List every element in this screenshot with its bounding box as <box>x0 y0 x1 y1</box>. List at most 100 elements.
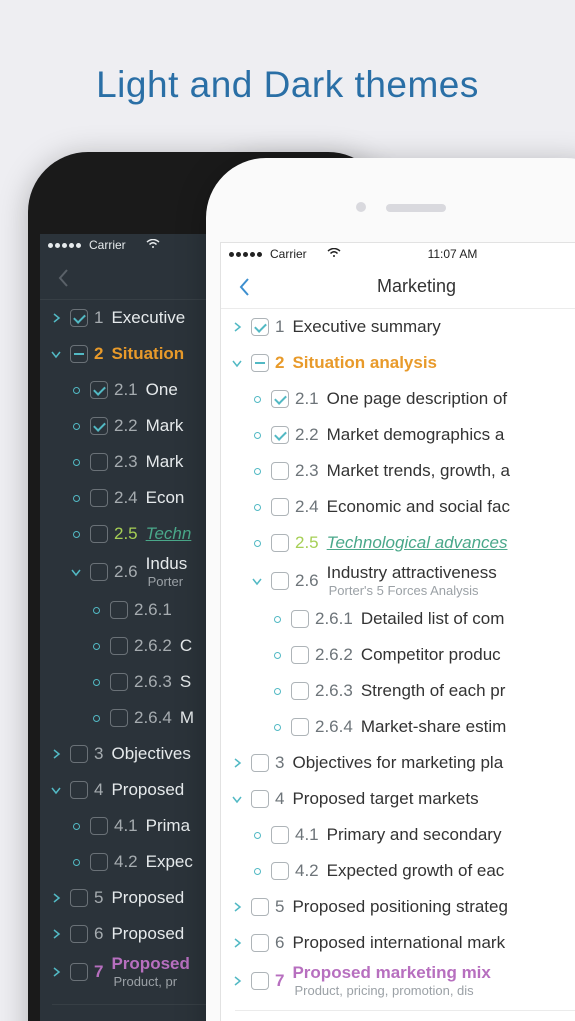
chevron-down-icon[interactable] <box>46 780 66 800</box>
checkbox[interactable] <box>271 572 289 590</box>
checkbox[interactable] <box>291 718 309 736</box>
checkbox[interactable] <box>70 345 88 363</box>
outline-text: Techn <box>146 524 192 544</box>
outline-row[interactable]: 2.6.4Market-share estim <box>221 709 575 745</box>
outline-row[interactable]: 4Proposed target markets <box>221 781 575 817</box>
bullet-icon <box>247 868 267 875</box>
checkbox[interactable] <box>251 318 269 336</box>
outline-row[interactable]: 2.1One page description of <box>221 381 575 417</box>
chevron-right-icon[interactable] <box>46 924 66 944</box>
chevron-right-icon[interactable] <box>46 962 66 982</box>
checkbox[interactable] <box>70 963 88 981</box>
note-button[interactable] <box>449 1013 493 1021</box>
outline-list[interactable]: 1Executive summary2Situation analysis2.1… <box>221 309 575 1001</box>
checkbox[interactable] <box>251 790 269 808</box>
outline-row[interactable]: 5Proposed positioning strateg <box>221 889 575 925</box>
outline-row[interactable]: 3Objectives for marketing pla <box>221 745 575 781</box>
chevron-right-icon[interactable] <box>46 308 66 328</box>
checkbox[interactable] <box>110 601 128 619</box>
outline-text: Econ <box>146 488 185 508</box>
bullet-icon <box>247 504 267 511</box>
checkbox[interactable] <box>70 925 88 943</box>
outline-row[interactable]: 2.6.2Competitor produc <box>221 637 575 673</box>
checkbox[interactable] <box>90 489 108 507</box>
indent-button[interactable] <box>354 1013 398 1021</box>
checkbox[interactable] <box>110 709 128 727</box>
outline-text: Industry attractiveness <box>327 563 497 583</box>
checkbox[interactable] <box>291 610 309 628</box>
back-button[interactable] <box>227 269 263 305</box>
checkbox[interactable] <box>251 898 269 916</box>
checkbox[interactable] <box>90 853 108 871</box>
checkbox[interactable] <box>110 637 128 655</box>
outline-text: Detailed list of com <box>361 609 505 629</box>
outline-row[interactable]: 2.2Market demographics a <box>221 417 575 453</box>
outline-row[interactable]: 1Executive summary <box>221 309 575 345</box>
outline-row[interactable]: 2.6.3Strength of each pr <box>221 673 575 709</box>
chevron-right-icon[interactable] <box>227 933 247 953</box>
bullet-icon <box>267 616 287 623</box>
trash-button[interactable] <box>543 1013 575 1021</box>
checkbox[interactable] <box>271 862 289 880</box>
outline-text: Market-share estim <box>361 717 506 737</box>
outline-row[interactable]: 2.4Economic and social fac <box>221 489 575 525</box>
checkbox[interactable] <box>70 309 88 327</box>
bullet-icon <box>66 859 86 866</box>
outline-row[interactable]: 2.5Technological advances <box>221 525 575 561</box>
outline-text: Proposed <box>111 780 184 800</box>
chevron-right-icon[interactable] <box>227 317 247 337</box>
bullet-icon <box>66 531 86 538</box>
checkbox[interactable] <box>271 390 289 408</box>
checkbox[interactable] <box>271 426 289 444</box>
checkbox[interactable] <box>251 934 269 952</box>
checkbox[interactable] <box>251 972 269 990</box>
checkbox[interactable] <box>90 381 108 399</box>
chevron-right-icon[interactable] <box>46 888 66 908</box>
chevron-down-icon[interactable] <box>66 562 86 582</box>
back-button[interactable] <box>46 260 82 296</box>
chevron-down-icon[interactable] <box>46 344 66 364</box>
outline-row[interactable]: 4.1Primary and secondary <box>221 817 575 853</box>
checkbox[interactable] <box>251 754 269 772</box>
outline-row[interactable]: 2Situation analysis <box>221 345 575 381</box>
outline-number: 4.1 <box>114 816 138 836</box>
chevron-right-icon[interactable] <box>227 897 247 917</box>
outline-row[interactable]: 6Proposed international mark <box>221 925 575 961</box>
chevron-down-icon[interactable] <box>247 571 267 591</box>
checkbox[interactable] <box>110 673 128 691</box>
bullet-icon <box>66 495 86 502</box>
checkbox[interactable] <box>271 498 289 516</box>
outline-row[interactable]: 2.3Market trends, growth, a <box>221 453 575 489</box>
checkbox[interactable] <box>90 453 108 471</box>
checkbox[interactable] <box>291 682 309 700</box>
chevron-right-icon[interactable] <box>227 971 247 991</box>
chevron-down-icon[interactable] <box>227 789 247 809</box>
checkbox[interactable] <box>70 745 88 763</box>
checkbox[interactable] <box>90 563 108 581</box>
outline-text: Objectives <box>111 744 190 764</box>
chevron-down-icon[interactable] <box>227 353 247 373</box>
checkbox[interactable] <box>271 534 289 552</box>
checkbox[interactable] <box>90 817 108 835</box>
checkbox[interactable] <box>90 417 108 435</box>
outline-row[interactable]: 4.2Expected growth of eac <box>221 853 575 889</box>
nav-bar: Marketing <box>221 265 575 309</box>
outline-row[interactable]: 2.6Industry attractivenessPorter's 5 For… <box>221 561 575 601</box>
outdent-button[interactable] <box>260 1013 304 1021</box>
checkbox[interactable] <box>271 462 289 480</box>
checkbox[interactable] <box>251 354 269 372</box>
outline-row[interactable]: 2.6.1Detailed list of com <box>221 601 575 637</box>
checkbox[interactable] <box>291 646 309 664</box>
outline-text: Prima <box>146 816 190 836</box>
outline-number: 2.2 <box>114 416 138 436</box>
outline-number: 5 <box>94 888 103 908</box>
checkbox[interactable] <box>271 826 289 844</box>
checkbox[interactable] <box>90 525 108 543</box>
outdent-button[interactable] <box>111 1007 155 1021</box>
outline-row[interactable]: 7Proposed marketing mixProduct, pricing,… <box>221 961 575 1001</box>
bullet-icon <box>66 823 86 830</box>
checkbox[interactable] <box>70 889 88 907</box>
chevron-right-icon[interactable] <box>46 744 66 764</box>
checkbox[interactable] <box>70 781 88 799</box>
chevron-right-icon[interactable] <box>227 753 247 773</box>
